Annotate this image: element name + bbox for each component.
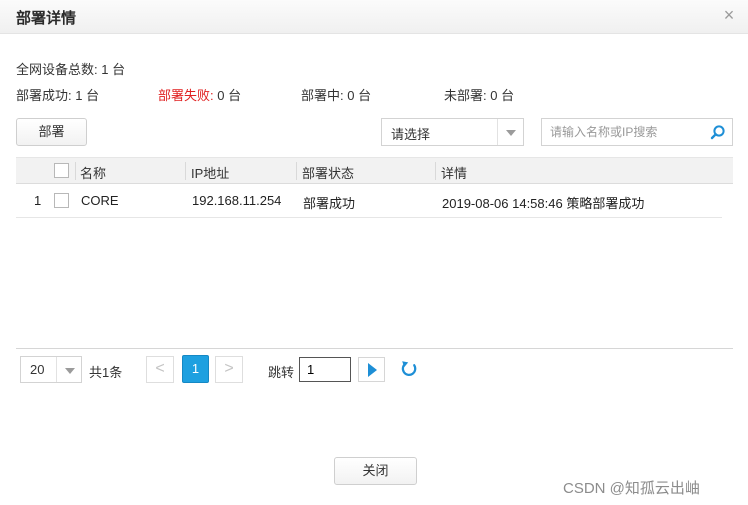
- stat-success: 部署成功: 1 台: [16, 85, 99, 104]
- deploy-status: 部署成功: [303, 196, 356, 211]
- chevron-down-icon: [65, 368, 75, 374]
- page-size-select[interactable]: 20: [20, 356, 82, 383]
- row-index: 1: [34, 193, 42, 208]
- jump-page-input[interactable]: [299, 357, 351, 382]
- column-header-ip[interactable]: IP地址: [191, 163, 229, 182]
- status-filter-toggle[interactable]: [497, 119, 523, 145]
- stat-failed-value: 0 台: [213, 88, 242, 103]
- close-button[interactable]: 关闭: [334, 457, 417, 485]
- prev-page-button[interactable]: <: [146, 356, 174, 383]
- stat-deploying: 部署中: 0 台: [301, 85, 371, 104]
- search-input[interactable]: [550, 123, 700, 141]
- search-box: [541, 118, 733, 146]
- deploy-button[interactable]: 部署: [16, 118, 87, 146]
- current-page-button[interactable]: 1: [182, 355, 209, 383]
- column-divider: [296, 162, 297, 180]
- total-devices-text: 全网设备总数: 1 台: [16, 62, 126, 77]
- column-divider: [185, 162, 186, 180]
- play-icon: [368, 363, 377, 377]
- stat-undeployed: 未部署: 0 台: [444, 85, 514, 104]
- stat-failed: 部署失败: 0 台: [158, 85, 241, 104]
- column-header-name[interactable]: 名称: [80, 163, 106, 182]
- deploy-details-dialog: 部署详情 × 全网设备总数: 1 台 部署成功: 1 台 部署失败: 0 台 部…: [0, 0, 748, 505]
- search-icon[interactable]: [710, 124, 726, 140]
- column-header-status[interactable]: 部署状态: [302, 163, 354, 182]
- refresh-icon[interactable]: [399, 359, 419, 379]
- stat-success-label: 部署成功:: [16, 88, 72, 103]
- total-records: 共1条: [89, 365, 123, 380]
- status-filter-value: 请选择: [391, 127, 431, 142]
- column-header-detail[interactable]: 详情: [441, 163, 467, 182]
- stat-undeployed-value: 0 台: [486, 88, 515, 103]
- column-divider: [435, 162, 436, 180]
- stat-deploying-label: 部署中:: [301, 88, 344, 103]
- table-row[interactable]: 1 CORE 192.168.11.254 部署成功 2019-08-06 14…: [16, 185, 722, 218]
- pagination-bar: 20 共1条 < 1 > 跳转: [16, 348, 733, 390]
- column-divider: [75, 162, 76, 180]
- device-name: CORE: [81, 193, 119, 208]
- stat-success-value: 1 台: [71, 88, 100, 103]
- page-size-divider: [56, 357, 57, 382]
- stat-undeployed-label: 未部署:: [444, 88, 487, 103]
- status-filter-select[interactable]: 请选择: [381, 118, 524, 146]
- table-header: 名称 IP地址 部署状态 详情: [16, 157, 733, 184]
- close-icon[interactable]: ×: [720, 5, 738, 25]
- row-checkbox[interactable]: [54, 193, 69, 208]
- stat-deploying-value: 0 台: [343, 88, 372, 103]
- dialog-titlebar: 部署详情 ×: [0, 0, 748, 34]
- stat-failed-label: 部署失败:: [158, 88, 214, 103]
- dialog-title: 部署详情: [16, 10, 77, 27]
- chevron-down-icon: [506, 130, 516, 136]
- select-all-checkbox[interactable]: [54, 163, 69, 178]
- deploy-detail: 2019-08-06 14:58:46 策略部署成功: [442, 196, 645, 211]
- jump-label: 跳转: [268, 365, 295, 380]
- next-page-button[interactable]: >: [215, 356, 243, 383]
- device-ip: 192.168.11.254: [192, 193, 282, 208]
- watermark-text: CSDN @知孤云出岫: [563, 480, 700, 497]
- page-size-value: 20: [30, 362, 45, 377]
- go-button[interactable]: [358, 357, 385, 382]
